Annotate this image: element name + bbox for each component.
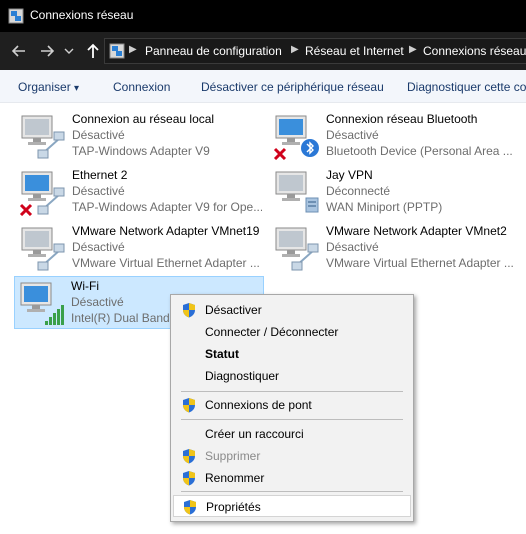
adapter-name: Connexion réseau Bluetooth [326, 112, 478, 126]
adapter-name: Ethernet 2 [72, 168, 128, 182]
breadcrumb-separator-icon: ▶ [291, 44, 299, 55]
menu-item-bridge-connections[interactable]: Connexions de pont [173, 394, 411, 416]
up-arrow-icon[interactable] [82, 40, 104, 62]
adapter-device: TAP-Windows Adapter V9 for Ope... [72, 200, 262, 214]
uac-shield-icon [182, 499, 198, 518]
command-bar: Organiser ▾ Connexion Désactiver ce péri… [0, 70, 526, 103]
diagnose-button[interactable]: Diagnostiquer cette co [407, 80, 526, 94]
adapter-item-ethernet-2[interactable]: Ethernet 2 Désactivé TAP-Windows Adapter… [16, 166, 266, 218]
menu-separator [181, 419, 403, 420]
adapter-device: VMware Virtual Ethernet Adapter ... [326, 256, 514, 270]
adapter-item-vmnet19[interactable]: VMware Network Adapter VMnet19 Désactivé… [16, 222, 266, 274]
breadcrumb-separator-icon: ▶ [129, 44, 137, 55]
ethernet-icon [18, 224, 68, 272]
breadcrumb-network-connections[interactable]: Connexions réseau [423, 44, 526, 58]
adapter-item-jay-vpn[interactable]: Jay VPN Déconnecté WAN Miniport (PPTP) [270, 166, 520, 218]
bluetooth-network-icon [272, 112, 322, 161]
organize-button[interactable]: Organiser ▾ [18, 80, 79, 94]
network-connections-app-icon [8, 8, 24, 27]
menu-item-connect-disconnect[interactable]: Connecter / Déconnecter [173, 321, 411, 343]
address-bar[interactable]: ▶ Panneau de configuration ▶ Réseau et I… [104, 38, 526, 64]
breadcrumb-control-panel[interactable]: Panneau de configuration [145, 44, 282, 58]
adapter-item-vmnet2[interactable]: VMware Network Adapter VMnet2 Désactivé … [270, 222, 520, 274]
uac-shield-icon [181, 397, 197, 416]
menu-item-status[interactable]: Statut [173, 343, 411, 365]
adapter-name: Wi-Fi [71, 279, 99, 293]
adapter-name: VMware Network Adapter VMnet2 [326, 224, 507, 238]
wifi-icon [17, 279, 67, 327]
control-panel-icon [109, 43, 125, 62]
menu-separator [181, 391, 403, 392]
uac-shield-icon [181, 448, 197, 467]
chevron-down-icon: ▾ [74, 83, 80, 94]
uac-shield-icon [181, 470, 197, 489]
menu-item-create-shortcut[interactable]: Créer un raccourci [173, 423, 411, 445]
adapter-item-local-network[interactable]: Connexion au réseau local Désactivé TAP-… [16, 110, 266, 162]
forward-arrow-icon[interactable] [36, 40, 58, 62]
connect-button[interactable]: Connexion [113, 80, 170, 94]
breadcrumb-separator-icon: ▶ [409, 44, 417, 55]
menu-item-properties[interactable]: Propriétés [173, 495, 411, 517]
context-menu: Désactiver Connecter / Déconnecter Statu… [170, 294, 414, 522]
navigation-bar: ▶ Panneau de configuration ▶ Réseau et I… [0, 32, 526, 70]
adapter-device: WAN Miniport (PPTP) [326, 200, 443, 214]
adapter-status: Désactivé [326, 128, 379, 142]
adapter-name: VMware Network Adapter VMnet19 [72, 224, 260, 238]
menu-item-diagnose[interactable]: Diagnostiquer [173, 365, 411, 387]
organize-label: Organiser [18, 80, 71, 94]
adapter-status: Désactivé [72, 240, 125, 254]
breadcrumb-network-internet[interactable]: Réseau et Internet [305, 44, 404, 58]
adapter-status: Désactivé [326, 240, 379, 254]
adapter-status: Déconnecté [326, 184, 391, 198]
disable-device-button[interactable]: Désactiver ce périphérique réseau [201, 80, 384, 94]
adapter-status: Désactivé [71, 295, 124, 309]
adapter-name: Connexion au réseau local [72, 112, 215, 126]
title-bar: Connexions réseau [0, 0, 526, 32]
menu-item-rename[interactable]: Renommer [173, 467, 411, 489]
adapter-device: TAP-Windows Adapter V9 [72, 144, 210, 158]
adapter-status: Désactivé [72, 184, 125, 198]
back-arrow-icon[interactable] [8, 40, 30, 62]
vpn-icon [272, 168, 322, 216]
adapter-name: Jay VPN [326, 168, 373, 182]
menu-item-delete: Supprimer [173, 445, 411, 467]
window-title: Connexions réseau [30, 8, 134, 22]
menu-separator [181, 491, 403, 492]
adapter-device: VMware Virtual Ethernet Adapter ... [72, 256, 260, 270]
uac-shield-icon [181, 302, 197, 321]
adapter-device: Bluetooth Device (Personal Area ... [326, 144, 513, 158]
menu-item-disable[interactable]: Désactiver [173, 299, 411, 321]
adapter-item-bluetooth[interactable]: Connexion réseau Bluetooth Désactivé Blu… [270, 110, 520, 162]
ethernet-icon [18, 112, 68, 160]
ethernet-icon [272, 224, 322, 272]
adapter-status: Désactivé [72, 128, 125, 142]
recent-locations-chevron-icon[interactable] [62, 40, 76, 62]
ethernet-icon [18, 168, 68, 217]
